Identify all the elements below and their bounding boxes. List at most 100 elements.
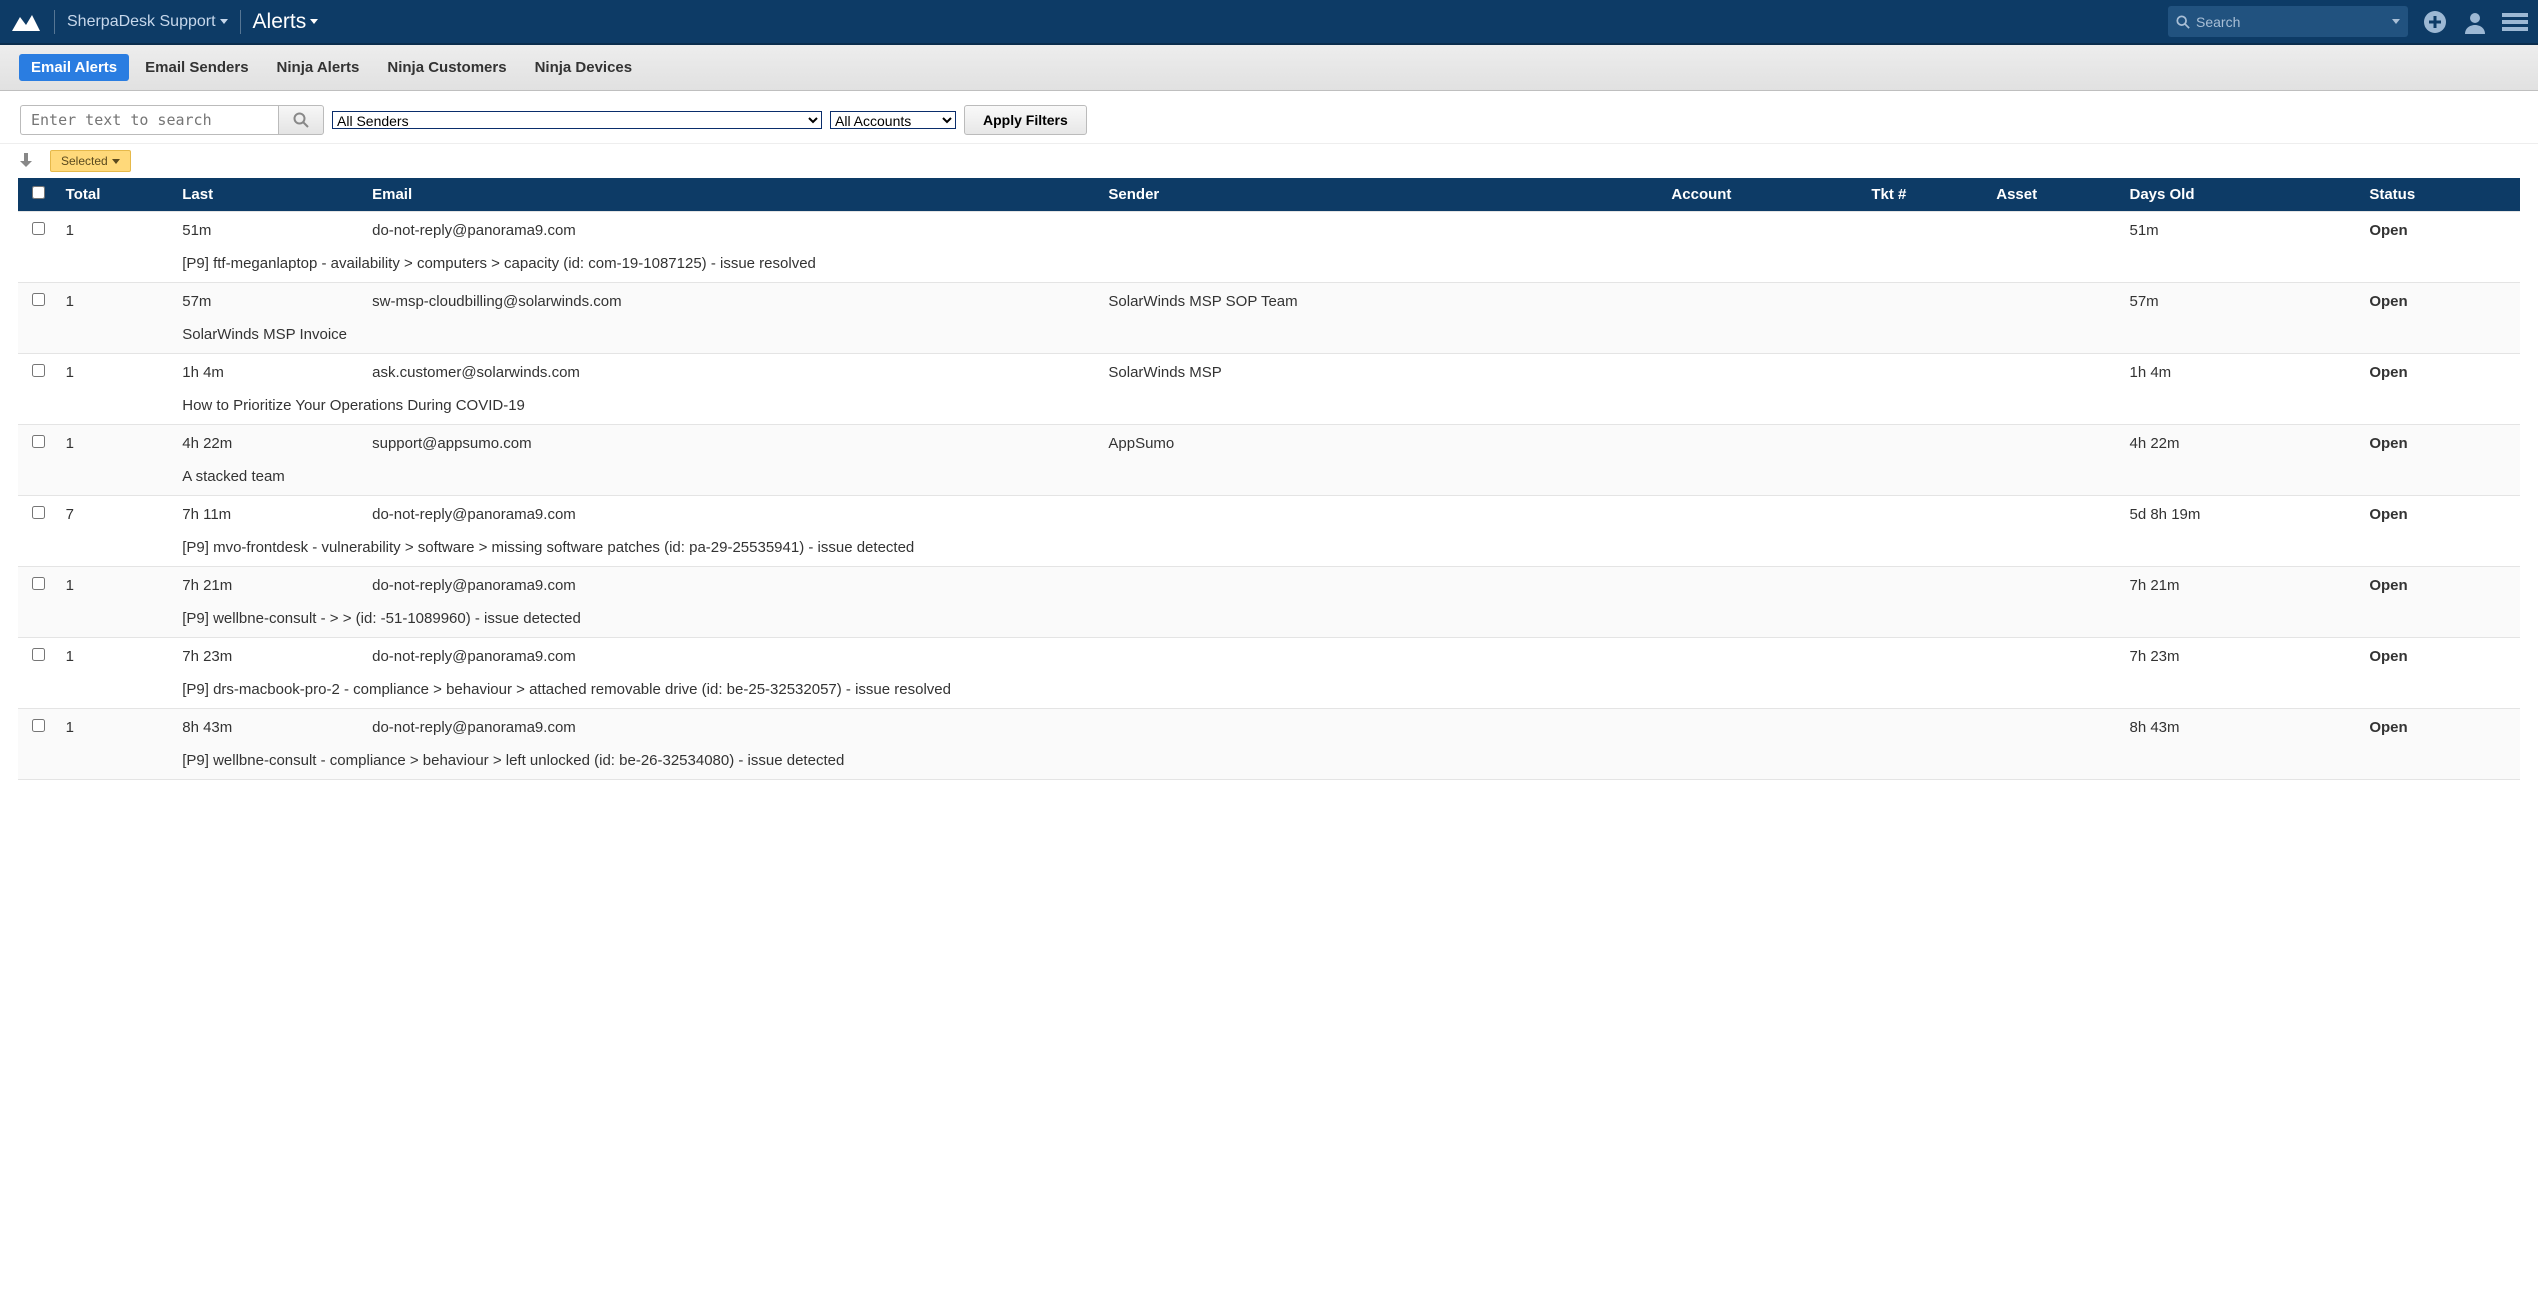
cell-status: Open [2363,283,2520,321]
cell-asset [1990,496,2123,534]
cell-total: 1 [60,283,177,321]
table-row-subject[interactable]: A stacked team [18,462,2520,496]
cell-total: 1 [60,425,177,463]
chevron-down-icon[interactable] [2392,19,2400,24]
cell-sender: SolarWinds MSP [1102,354,1665,392]
page-title: Alerts [253,10,307,34]
cell-sender: SolarWinds MSP SOP Team [1102,283,1665,321]
row-checkbox[interactable] [32,222,45,235]
row-checkbox[interactable] [32,719,45,732]
cell-asset [1990,283,2123,321]
cell-total: 1 [60,638,177,676]
arrow-down-icon[interactable] [20,153,32,170]
cell-status: Open [2363,425,2520,463]
cell-total: 1 [60,567,177,605]
tab-email-senders[interactable]: Email Senders [133,54,260,81]
cell-status: Open [2363,496,2520,534]
tab-ninja-devices[interactable]: Ninja Devices [523,54,645,81]
cell-email: support@appsumo.com [366,425,1102,463]
table-row-subject[interactable]: [P9] wellbne-consult - > > (id: -51-1089… [18,604,2520,638]
cell-last: 1h 4m [176,354,366,392]
cell-total: 1 [60,354,177,392]
filter-search-button[interactable] [278,105,324,135]
user-icon[interactable] [2462,9,2488,35]
row-checkbox[interactable] [32,293,45,306]
logo-icon[interactable] [10,11,42,33]
table-row[interactable]: 77h 11mdo-not-reply@panorama9.com5d 8h 1… [18,496,2520,534]
chevron-down-icon [310,19,318,24]
cell-subject: [P9] wellbne-consult - compliance > beha… [176,746,2520,780]
cell-status: Open [2363,354,2520,392]
cell-status: Open [2363,638,2520,676]
subnav: Email AlertsEmail SendersNinja AlertsNin… [0,45,2538,91]
header-tkt[interactable]: Tkt # [1865,178,1990,212]
header-total[interactable]: Total [60,178,177,212]
cell-days: 57m [2123,283,2363,321]
table-row-subject[interactable]: [P9] wellbne-consult - compliance > beha… [18,746,2520,780]
header-account[interactable]: Account [1665,178,1865,212]
tab-email-alerts[interactable]: Email Alerts [19,54,129,81]
cell-subject: [P9] drs-macbook-pro-2 - compliance > be… [176,675,2520,709]
cell-email: sw-msp-cloudbilling@solarwinds.com [366,283,1102,321]
navbar-left: SherpaDesk Support Alerts [10,10,318,34]
cell-total: 1 [60,212,177,250]
global-search-input[interactable] [2190,14,2392,30]
header-status[interactable]: Status [2363,178,2520,212]
select-all-checkbox[interactable] [32,186,45,199]
cell-account [1665,425,1865,463]
table-row[interactable]: 18h 43mdo-not-reply@panorama9.com8h 43mO… [18,709,2520,747]
cell-days: 5d 8h 19m [2123,496,2363,534]
cell-subject: [P9] wellbne-consult - > > (id: -51-1089… [176,604,2520,638]
cell-status: Open [2363,709,2520,747]
table-row[interactable]: 17h 23mdo-not-reply@panorama9.com7h 23mO… [18,638,2520,676]
header-email[interactable]: Email [366,178,1102,212]
tabs: Email AlertsEmail SendersNinja AlertsNin… [10,52,2528,83]
header-sender[interactable]: Sender [1102,178,1665,212]
page-title-dropdown[interactable]: Alerts [253,10,319,34]
selected-dropdown[interactable]: Selected [50,150,131,172]
cell-subject: A stacked team [176,462,2520,496]
org-dropdown[interactable]: SherpaDesk Support [67,13,228,31]
header-checkbox [18,178,60,212]
header-asset[interactable]: Asset [1990,178,2123,212]
cell-asset [1990,354,2123,392]
navbar-right [2168,6,2528,37]
tab-ninja-alerts[interactable]: Ninja Alerts [265,54,372,81]
header-last[interactable]: Last [176,178,366,212]
cell-email: do-not-reply@panorama9.com [366,212,1102,250]
cell-tkt [1865,283,1990,321]
row-checkbox[interactable] [32,648,45,661]
table-row-subject[interactable]: How to Prioritize Your Operations During… [18,391,2520,425]
table-row[interactable]: 11h 4mask.customer@solarwinds.comSolarWi… [18,354,2520,392]
senders-select[interactable]: All Senders [332,111,822,129]
global-search[interactable] [2168,6,2408,37]
table-row[interactable]: 151mdo-not-reply@panorama9.com51mOpen [18,212,2520,250]
apply-filters-button[interactable]: Apply Filters [964,105,1087,135]
cell-last: 7h 23m [176,638,366,676]
cell-tkt [1865,709,1990,747]
row-checkbox[interactable] [32,435,45,448]
menu-icon[interactable] [2502,9,2528,35]
row-checkbox[interactable] [32,506,45,519]
table-row-subject[interactable]: SolarWinds MSP Invoice [18,320,2520,354]
table-row[interactable]: 17h 21mdo-not-reply@panorama9.com7h 21mO… [18,567,2520,605]
table-row-subject[interactable]: [P9] mvo-frontdesk - vulnerability > sof… [18,533,2520,567]
accounts-select[interactable]: All Accounts [830,111,956,129]
row-checkbox[interactable] [32,577,45,590]
header-days[interactable]: Days Old [2123,178,2363,212]
top-navbar: SherpaDesk Support Alerts [0,0,2538,45]
cell-total: 1 [60,709,177,747]
table-row[interactable]: 14h 22msupport@appsumo.comAppSumo4h 22mO… [18,425,2520,463]
tab-ninja-customers[interactable]: Ninja Customers [375,54,518,81]
cell-tkt [1865,567,1990,605]
cell-account [1665,638,1865,676]
divider [240,10,241,34]
table-row[interactable]: 1 57m sw-msp-cloudbilling@solarwinds.comSo… [18,283,2520,321]
filter-search-input[interactable] [20,105,278,135]
cell-status: Open [2363,212,2520,250]
row-checkbox[interactable] [32,364,45,377]
table-row-subject[interactable]: [P9] ftf-meganlaptop - availability > co… [18,249,2520,283]
add-icon[interactable] [2422,9,2448,35]
cell-email: do-not-reply@panorama9.com [366,709,1102,747]
table-row-subject[interactable]: [P9] drs-macbook-pro-2 - compliance > be… [18,675,2520,709]
